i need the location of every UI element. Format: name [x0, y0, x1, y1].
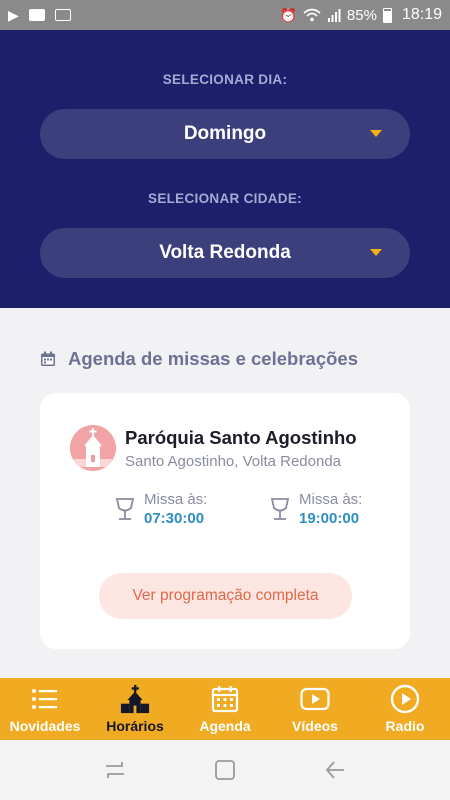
nav-item-novidades[interactable]: Novidades [0, 678, 90, 740]
clock: 18:19 [401, 6, 442, 23]
day-value: Domingo [183, 123, 267, 144]
mass-label: Missa às: [299, 491, 363, 508]
nav-item-videos[interactable]: Vídeos [270, 678, 360, 740]
mass-label: Missa às: [144, 491, 208, 508]
view-full-schedule-button[interactable]: Ver programação completa [99, 573, 352, 619]
mass-time-2: Missa às: 19:00:00 [269, 491, 362, 527]
city-value: Volta Redonda [159, 242, 291, 263]
church-icon [120, 684, 150, 714]
notification-icon [28, 9, 45, 21]
recent-apps-icon [106, 762, 124, 778]
back-button[interactable] [323, 758, 347, 782]
calendar-icon [211, 686, 239, 713]
filter-header: SELECIONAR DIA: Domingo SELECIONAR CIDAD… [0, 30, 450, 308]
chalice-icon [270, 498, 290, 520]
nav-label: Novidades [9, 718, 81, 734]
recent-apps-button[interactable] [103, 758, 127, 782]
nav-item-agenda[interactable]: Agenda [180, 678, 270, 740]
church-avatar [70, 425, 116, 471]
nav-label: Horários [106, 718, 164, 734]
mass-time: 07:30:00 [144, 510, 205, 527]
battery-icon [382, 7, 392, 23]
nav-label: Radio [385, 718, 425, 734]
nav-label: Vídeos [292, 718, 338, 734]
system-nav-bar [0, 740, 450, 800]
city-select[interactable]: Volta Redonda [40, 228, 410, 278]
mass-time: 19:00:00 [299, 510, 360, 527]
home-button[interactable] [213, 758, 237, 782]
parish-name: Paróquia Santo Agostinho [125, 427, 357, 448]
status-bar: ▶ ⏰ 85% 18:19 [0, 0, 450, 30]
section-title: Agenda de missas e celebrações [40, 348, 358, 370]
alarm-icon: ⏰ [279, 7, 297, 23]
city-label: SELECIONAR CIDADE: [148, 191, 302, 206]
parish-location: Santo Agostinho, Volta Redonda [125, 453, 342, 470]
signal-icon [327, 9, 341, 22]
video-icon [300, 687, 330, 711]
nav-item-radio[interactable]: Radio [360, 678, 450, 740]
nav-label: Agenda [199, 718, 251, 734]
wifi-icon [303, 8, 321, 22]
parish-card[interactable]: Paróquia Santo Agostinho Santo Agostinho… [40, 393, 410, 649]
play-store-icon: ▶ [8, 7, 19, 23]
calendar-icon [41, 351, 55, 366]
list-icon [32, 689, 57, 709]
image-icon [54, 9, 71, 21]
section-title-text: Agenda de missas e celebrações [68, 348, 358, 369]
day-select[interactable]: Domingo [40, 109, 410, 159]
home-icon [215, 760, 235, 780]
chalice-icon [115, 498, 135, 520]
mass-time-1: Missa às: 07:30:00 [114, 491, 207, 527]
nav-item-horarios[interactable]: Horários [90, 678, 180, 740]
day-label: SELECIONAR DIA: [162, 72, 288, 87]
bottom-nav: Novidades Horários Agenda Vídeos Radio [0, 678, 450, 740]
caret-down-icon [370, 130, 382, 137]
back-icon [325, 761, 344, 779]
play-circle-icon [390, 684, 420, 714]
caret-down-icon [370, 249, 382, 256]
battery-percent: 85% [346, 6, 377, 24]
